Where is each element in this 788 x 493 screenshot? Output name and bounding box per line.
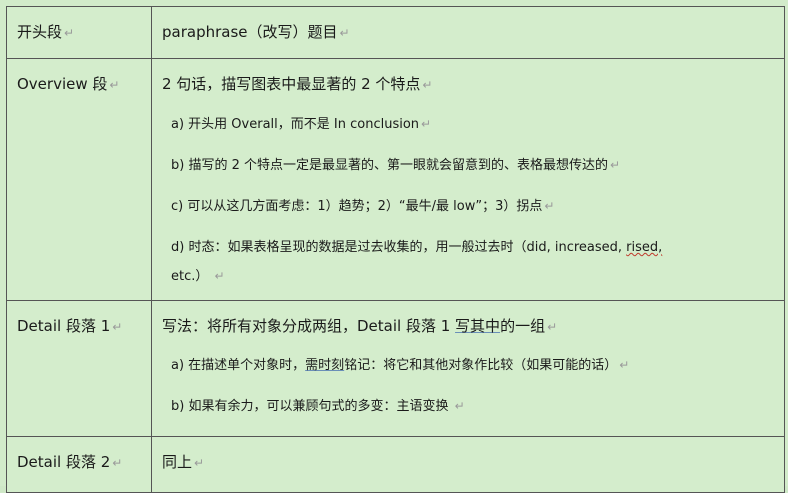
list-item: etc.） <box>171 269 209 284</box>
row-label-cell: 开头段 ↵ <box>6 6 152 59</box>
row-main-text: paraphrase（改写）题目 <box>162 23 338 41</box>
row-content-cell: 2 句话，描写图表中最显著的 2 个特点 ↵ a) 开头用 Overall，而不是… <box>151 58 785 301</box>
outline-table: 开头段 ↵ paraphrase（改写）题目 ↵ Overview 段 ↵ 2 句话，… <box>6 6 785 493</box>
row-label: 开头段 <box>17 23 63 41</box>
row-main-text: 2 句话，描写图表中最显著的 2 个特点 <box>162 75 421 93</box>
row-label: Detail 段落 2 <box>17 453 111 471</box>
row-main-text-end: 的一组 <box>500 317 546 335</box>
row-content-cell: 同上 ↵ <box>151 436 785 493</box>
row-main-text: 写法：将所有对象分成两组，Detail 段落 1 <box>162 317 456 335</box>
row-label: Overview 段 <box>17 75 108 93</box>
document-page: 开头段 ↵ paraphrase（改写）题目 ↵ Overview 段 ↵ 2 句话，… <box>0 0 788 493</box>
list-item: c) 可以从这几方面考虑：1）趋势；2）“最牛/最 low”；3）拐点 <box>171 199 543 214</box>
row-main-text: 同上 <box>162 453 193 471</box>
table-row: Detail 段落 1 ↵ 写法：将所有对象分成两组，Detail 段落 1 写其… <box>6 300 785 437</box>
list-item: d) 时态：如果表格呈现的数据是过去收集的，用一般过去时（did, increa… <box>171 240 627 255</box>
row-label-cell: Overview 段 ↵ <box>6 58 152 301</box>
row-label-cell: Detail 段落 2 ↵ <box>6 436 152 493</box>
table-row: 开头段 ↵ paraphrase（改写）题目 ↵ <box>6 6 785 59</box>
table-row: Overview 段 ↵ 2 句话，描写图表中最显著的 2 个特点 ↵ a) 开头用… <box>6 58 785 301</box>
list-item-word: rised, <box>626 240 663 255</box>
row-content-cell: paraphrase（改写）题目 ↵ <box>151 6 785 59</box>
row-label: Detail 段落 1 <box>17 317 111 335</box>
row-main-underlined: 写其中 <box>455 317 501 335</box>
list-item: a) 开头用 Overall，而不是 In conclusion <box>171 117 420 132</box>
list-item: a) 在描述单个对象时， <box>171 358 306 373</box>
row-label-cell: Detail 段落 1 ↵ <box>6 300 152 437</box>
list-item: b) 如果有余力，可以兼顾句式的多变：主语变换 <box>171 399 449 414</box>
list-item-end: 铭记：将它和其他对象作比较（如果可能的话） <box>344 358 618 373</box>
table-row: Detail 段落 2 ↵ 同上 ↵ <box>6 436 785 493</box>
list-item: b) 描写的 2 个特点一定是最显著的、第一眼就会留意到的、表格最想传达的 <box>171 158 608 173</box>
list-item-underlined: 需时刻 <box>305 358 345 373</box>
row-content-cell: 写法：将所有对象分成两组，Detail 段落 1 写其中的一组 ↵ a) 在描述单… <box>151 300 785 437</box>
